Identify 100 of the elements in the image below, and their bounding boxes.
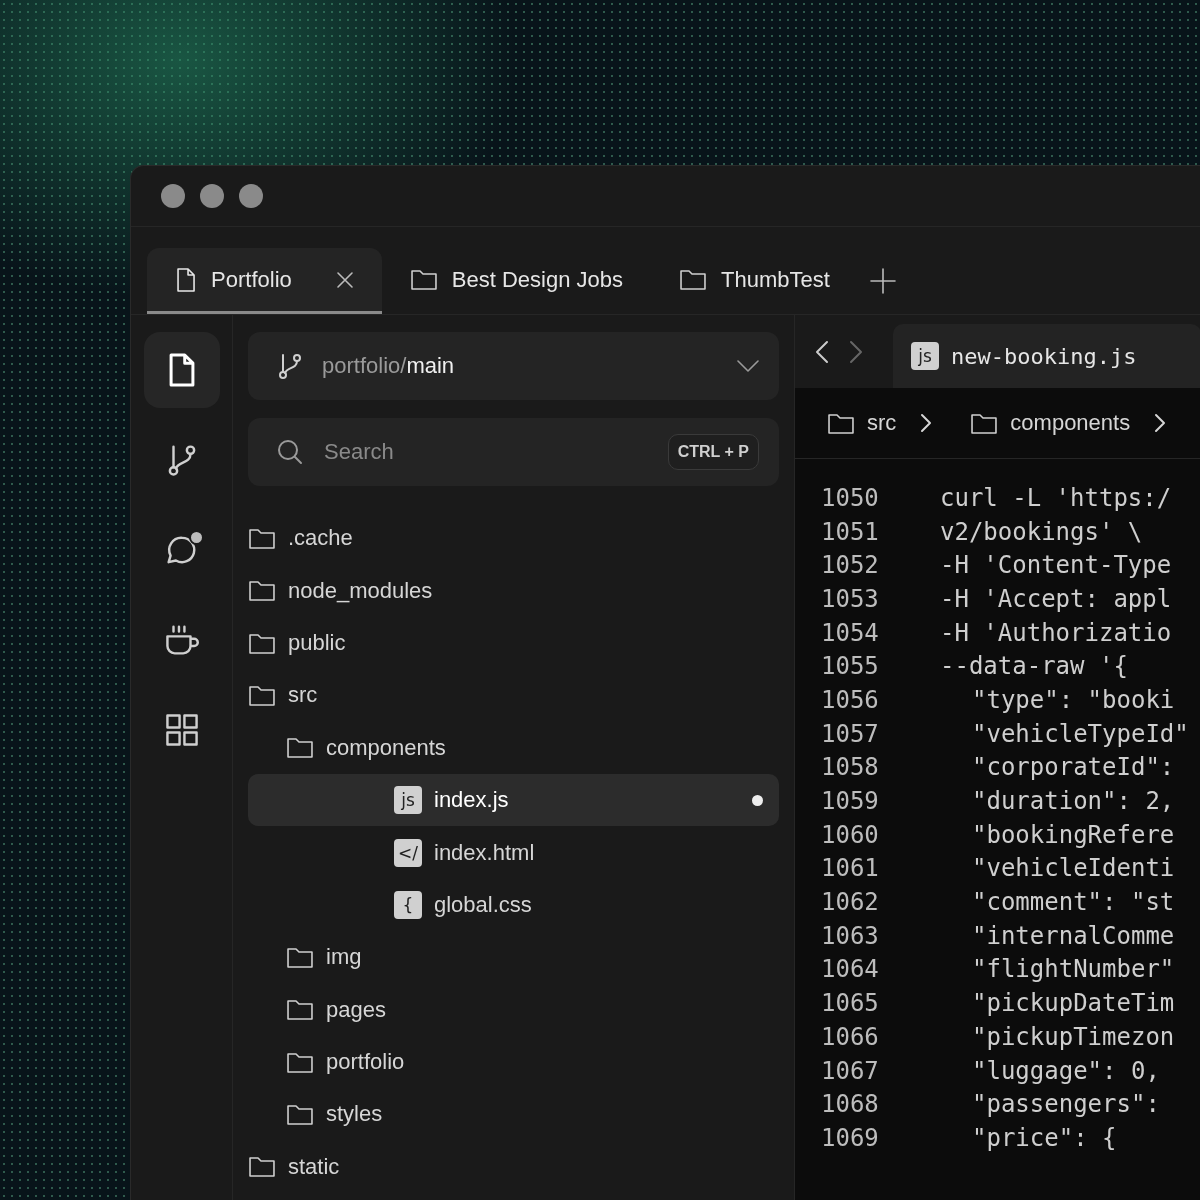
shortcut-hint: CTRL + P xyxy=(667,434,759,470)
code-line: "internalComme xyxy=(971,921,1175,950)
folder-item[interactable]: styles xyxy=(248,1088,779,1141)
file-name: components xyxy=(326,734,447,761)
back-icon[interactable] xyxy=(815,339,829,364)
branch-selector[interactable]: portfolio/main xyxy=(248,332,779,400)
grid-icon xyxy=(164,713,199,747)
tab[interactable]: ThumbTest xyxy=(651,248,858,314)
line-number: 1056 xyxy=(820,685,880,714)
chevron-down-icon xyxy=(737,360,759,372)
tab-label: Portfolio xyxy=(211,266,292,293)
code-line: "price": { xyxy=(971,1123,1117,1152)
window-control[interactable] xyxy=(239,184,263,208)
file-name: static xyxy=(288,1153,341,1180)
tab[interactable]: Best Design Jobs xyxy=(381,248,651,314)
file-icon xyxy=(175,266,198,293)
line-number: 1059 xyxy=(820,787,880,816)
folder-icon xyxy=(286,1050,314,1074)
folder-icon xyxy=(248,631,276,655)
file-name: public xyxy=(288,629,347,656)
code-line: v2/bookings' \ xyxy=(940,517,1143,546)
chevron-right-icon xyxy=(920,413,933,433)
file-name: src xyxy=(288,682,319,709)
file-name: .cache xyxy=(288,525,354,552)
line-number: 1062 xyxy=(820,888,880,917)
code-line: "flightNumber" xyxy=(971,955,1175,984)
folder-icon xyxy=(827,411,855,435)
folder-item[interactable]: src xyxy=(248,669,779,722)
sidebar-button[interactable] xyxy=(143,332,220,408)
folder-item[interactable]: public xyxy=(248,616,779,670)
line-number: 1068 xyxy=(820,1090,880,1119)
branch-name: portfolio/main xyxy=(322,353,456,379)
folder-icon xyxy=(409,268,438,291)
code-line: "pickupTimezon xyxy=(971,1022,1175,1051)
search-input[interactable]: Search xyxy=(322,438,650,466)
breadcrumb-item[interactable]: src xyxy=(827,410,897,436)
folder-item[interactable]: img xyxy=(248,931,779,984)
folder-icon xyxy=(248,579,276,603)
forward-icon[interactable] xyxy=(849,339,863,364)
window-control[interactable] xyxy=(200,184,224,208)
code-line: "passengers": xyxy=(971,1090,1160,1119)
line-number: 1065 xyxy=(820,989,880,1018)
plus-icon[interactable] xyxy=(869,268,896,294)
code-line: --data-raw '{ xyxy=(940,652,1128,681)
editor-tab[interactable]: js new-booking.js xyxy=(893,324,1200,388)
file-item[interactable]: js index.js xyxy=(248,773,779,827)
code-line: -H 'Authorizatio xyxy=(940,618,1172,647)
folder-icon xyxy=(248,683,276,707)
code-line: curl -L 'https:/ xyxy=(940,483,1172,512)
code-line: "comment": "st xyxy=(971,888,1175,917)
line-number: 1061 xyxy=(820,854,880,883)
code-line: -H 'Accept: appl xyxy=(940,584,1172,613)
notification-dot xyxy=(188,530,204,545)
tab-label: Best Design Jobs xyxy=(451,266,623,293)
folder-item[interactable]: .cache xyxy=(248,512,779,565)
breadcrumb-item[interactable]: components xyxy=(970,410,1131,436)
file-type-icon: js xyxy=(394,786,422,815)
line-number: 1057 xyxy=(820,719,880,748)
breadcrumb-label: components xyxy=(1010,410,1131,436)
close-icon[interactable] xyxy=(335,270,354,289)
line-number: 1053 xyxy=(820,584,880,613)
folder-icon xyxy=(286,998,314,1022)
folder-item[interactable]: pages xyxy=(248,983,779,1036)
search-icon xyxy=(276,438,304,466)
file-name: portfolio xyxy=(326,1049,406,1076)
line-number: 1063 xyxy=(820,921,880,950)
chevron-right-icon xyxy=(1154,413,1167,433)
line-number: 1067 xyxy=(820,1056,880,1085)
code-line: "vehicleTypeId" xyxy=(971,719,1189,748)
code-line: "vehicleIdenti xyxy=(971,854,1175,883)
line-number: 1064 xyxy=(820,955,880,984)
line-number: 1051 xyxy=(820,517,880,546)
line-number: 1069 xyxy=(820,1123,880,1152)
line-number: 1058 xyxy=(820,753,880,782)
folder-item[interactable]: node_modules xyxy=(248,564,779,617)
folder-icon xyxy=(248,526,276,550)
tab[interactable]: Portfolio xyxy=(147,248,382,314)
file-type-icon: js xyxy=(911,342,939,370)
line-number: 1060 xyxy=(820,820,880,849)
folder-item[interactable]: components xyxy=(248,721,779,774)
folder-icon xyxy=(679,268,707,291)
file-name: index.js xyxy=(434,787,510,814)
file-type-icon: </ xyxy=(394,838,422,867)
code-line: -H 'Content-Type xyxy=(940,551,1172,580)
code-line: "pickupDateTim xyxy=(971,989,1175,1018)
window-control[interactable] xyxy=(161,184,185,208)
editor-tab-label: new-booking.js xyxy=(951,343,1137,369)
folder-icon xyxy=(286,736,314,760)
folder-item[interactable]: static xyxy=(248,1140,779,1194)
search-bar[interactable]: Search CTRL + P xyxy=(248,418,779,486)
code-line: "luggage": 0, xyxy=(971,1056,1160,1085)
folder-icon xyxy=(286,945,314,969)
folder-icon xyxy=(970,411,999,435)
file-item[interactable]: { global.css xyxy=(248,878,779,932)
folder-item[interactable]: portfolio xyxy=(248,1035,779,1089)
folder-icon xyxy=(248,1155,276,1179)
file-item[interactable]: </ index.html xyxy=(248,826,779,879)
code-line: "corporateId": xyxy=(971,753,1175,782)
branch-icon xyxy=(276,352,304,380)
line-number: 1054 xyxy=(820,618,880,647)
